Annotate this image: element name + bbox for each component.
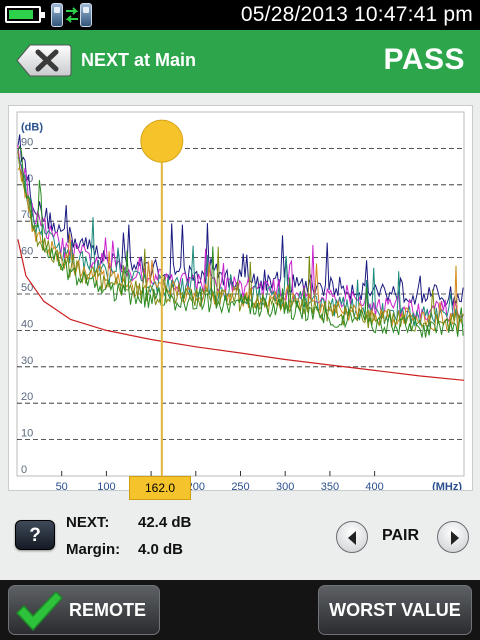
y-tick-label: 30 (21, 355, 33, 367)
header-bar: NEXT at Main PASS (0, 30, 480, 93)
cursor-handle (140, 119, 184, 163)
next-label: NEXT: (66, 514, 110, 531)
help-button[interactable]: ? (15, 520, 55, 550)
next-chart-svg: 0102030405060708090(dB)50100150200250300… (16, 111, 465, 490)
chevron-left-icon (348, 531, 356, 545)
status-bar: 05/28/2013 10:47:41 pm (0, 0, 480, 30)
y-tick-label: 10 (21, 428, 33, 440)
y-axis-label: (dB) (21, 122, 43, 134)
next-value: 42.4 dB (138, 514, 192, 531)
x-tick-label: 350 (321, 481, 339, 490)
battery-icon (5, 6, 45, 23)
y-tick-label: 60 (21, 246, 33, 258)
pair-prev-button[interactable] (336, 521, 368, 553)
result-badge: PASS (383, 43, 465, 76)
chevron-right-icon (451, 531, 459, 545)
worst-value-button[interactable]: WORST VALUE (318, 585, 472, 635)
cursor-value: 162.0 (129, 476, 191, 500)
close-x-icon[interactable] (16, 44, 72, 77)
page-title: NEXT at Main (81, 50, 197, 70)
link-arrows-icon (65, 7, 79, 23)
y-tick-label: 40 (21, 318, 33, 330)
pair-next-button[interactable] (437, 521, 469, 553)
remote-label: REMOTE (69, 600, 147, 620)
x-tick-label: 50 (56, 481, 68, 490)
margin-value: 4.0 dB (138, 541, 184, 558)
x-tick-label: 300 (276, 481, 294, 490)
x-tick-label: 400 (365, 481, 383, 490)
x-tick-label: 250 (231, 481, 249, 490)
checkmark-icon (16, 591, 63, 631)
remote-device-icon (80, 3, 92, 27)
x-axis-label: (MHz) (432, 481, 462, 490)
main-panel: 0102030405060708090(dB)50100150200250300… (0, 93, 480, 580)
pair-label: PAIR (382, 527, 420, 544)
y-tick-label: 0 (21, 464, 27, 476)
y-tick-label: 90 (21, 136, 33, 148)
remote-button[interactable]: REMOTE (8, 585, 160, 635)
tester-device-icon (51, 3, 63, 27)
y-tick-label: 20 (21, 391, 33, 403)
margin-label: Margin: (66, 541, 121, 558)
footer-bar: REMOTE WORST VALUE (0, 580, 480, 640)
status-datetime: 05/28/2013 10:47:41 pm (240, 3, 473, 26)
x-tick-label: 100 (97, 481, 115, 490)
next-graph[interactable]: 0102030405060708090(dB)50100150200250300… (8, 105, 473, 491)
